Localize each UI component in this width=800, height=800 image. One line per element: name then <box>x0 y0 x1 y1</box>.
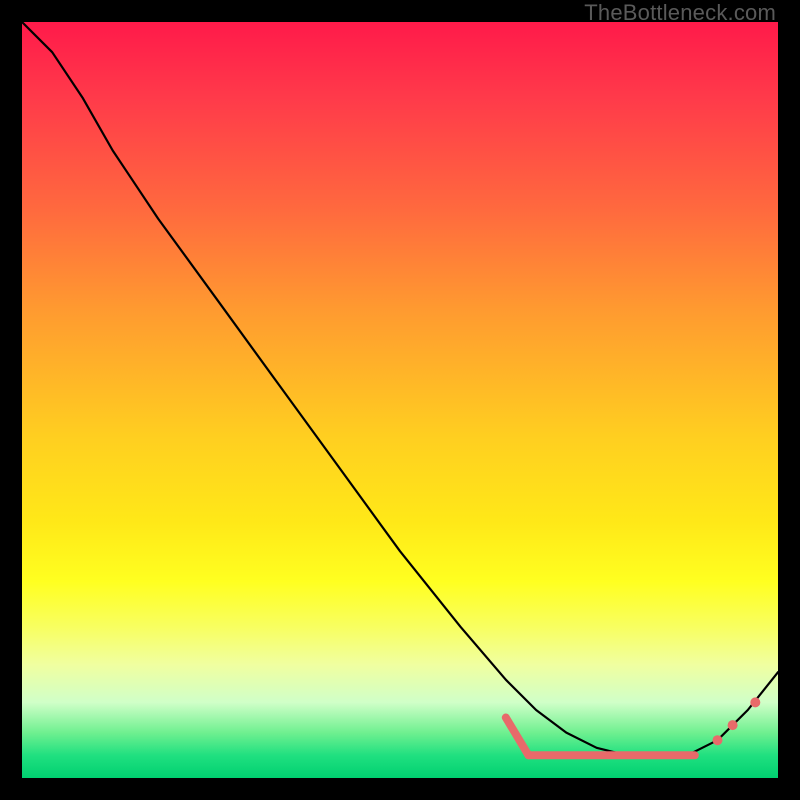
chart-highlight <box>506 697 761 755</box>
highlight-dot <box>750 697 760 707</box>
highlight-band-lead <box>506 718 529 756</box>
chart-curve <box>22 22 778 755</box>
highlight-dot <box>713 735 723 745</box>
watermark-text: TheBottleneck.com <box>584 0 776 26</box>
chart-plot-area <box>22 22 778 778</box>
chart-svg <box>22 22 778 778</box>
highlight-dot <box>728 720 738 730</box>
chart-frame: TheBottleneck.com <box>0 0 800 800</box>
